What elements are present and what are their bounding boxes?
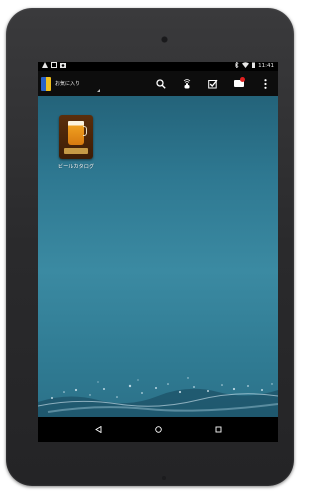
action-bar: お気に入り [38,71,278,96]
checklist-button[interactable] [200,71,226,96]
back-icon [94,426,101,433]
screen: 11:41 お気に入り ビールカタログ [38,62,278,442]
category-spinner[interactable]: お気に入り [55,76,100,92]
overflow-menu-button[interactable] [252,71,278,96]
microphone [162,476,166,480]
image-notification-icon [51,62,57,71]
navigation-bar [38,417,278,442]
wifi-icon [242,62,250,71]
status-bar: 11:41 [38,62,278,71]
recents-button[interactable] [205,417,231,442]
more-vert-icon [263,78,267,89]
notification-badge [240,77,245,82]
checkbox-icon [208,79,218,88]
search-icon [156,78,166,89]
camera-notification-icon [60,62,66,71]
beer-catalog-shortcut[interactable]: ビールカタログ [54,115,98,170]
recents-icon [215,426,221,433]
status-time: 11:41 [258,63,274,69]
search-button[interactable] [148,71,174,96]
home-icon [154,426,162,433]
notification-icon [42,62,48,71]
water-splash-wallpaper [38,377,278,417]
notifications-button[interactable] [226,71,252,96]
nfc-button[interactable] [174,71,200,96]
app-logo-icon[interactable] [41,76,51,91]
front-camera [161,36,168,43]
back-button[interactable] [85,417,111,442]
beer-catalog-app-icon [59,115,93,159]
home-button[interactable] [145,417,171,442]
hand-tap-icon [183,79,191,89]
spinner-label: お気に入り [55,81,81,87]
spinner-arrow-icon [97,88,100,92]
bluetooth-icon [234,62,239,71]
shortcut-label: ビールカタログ [57,164,95,170]
battery-icon [252,62,256,71]
